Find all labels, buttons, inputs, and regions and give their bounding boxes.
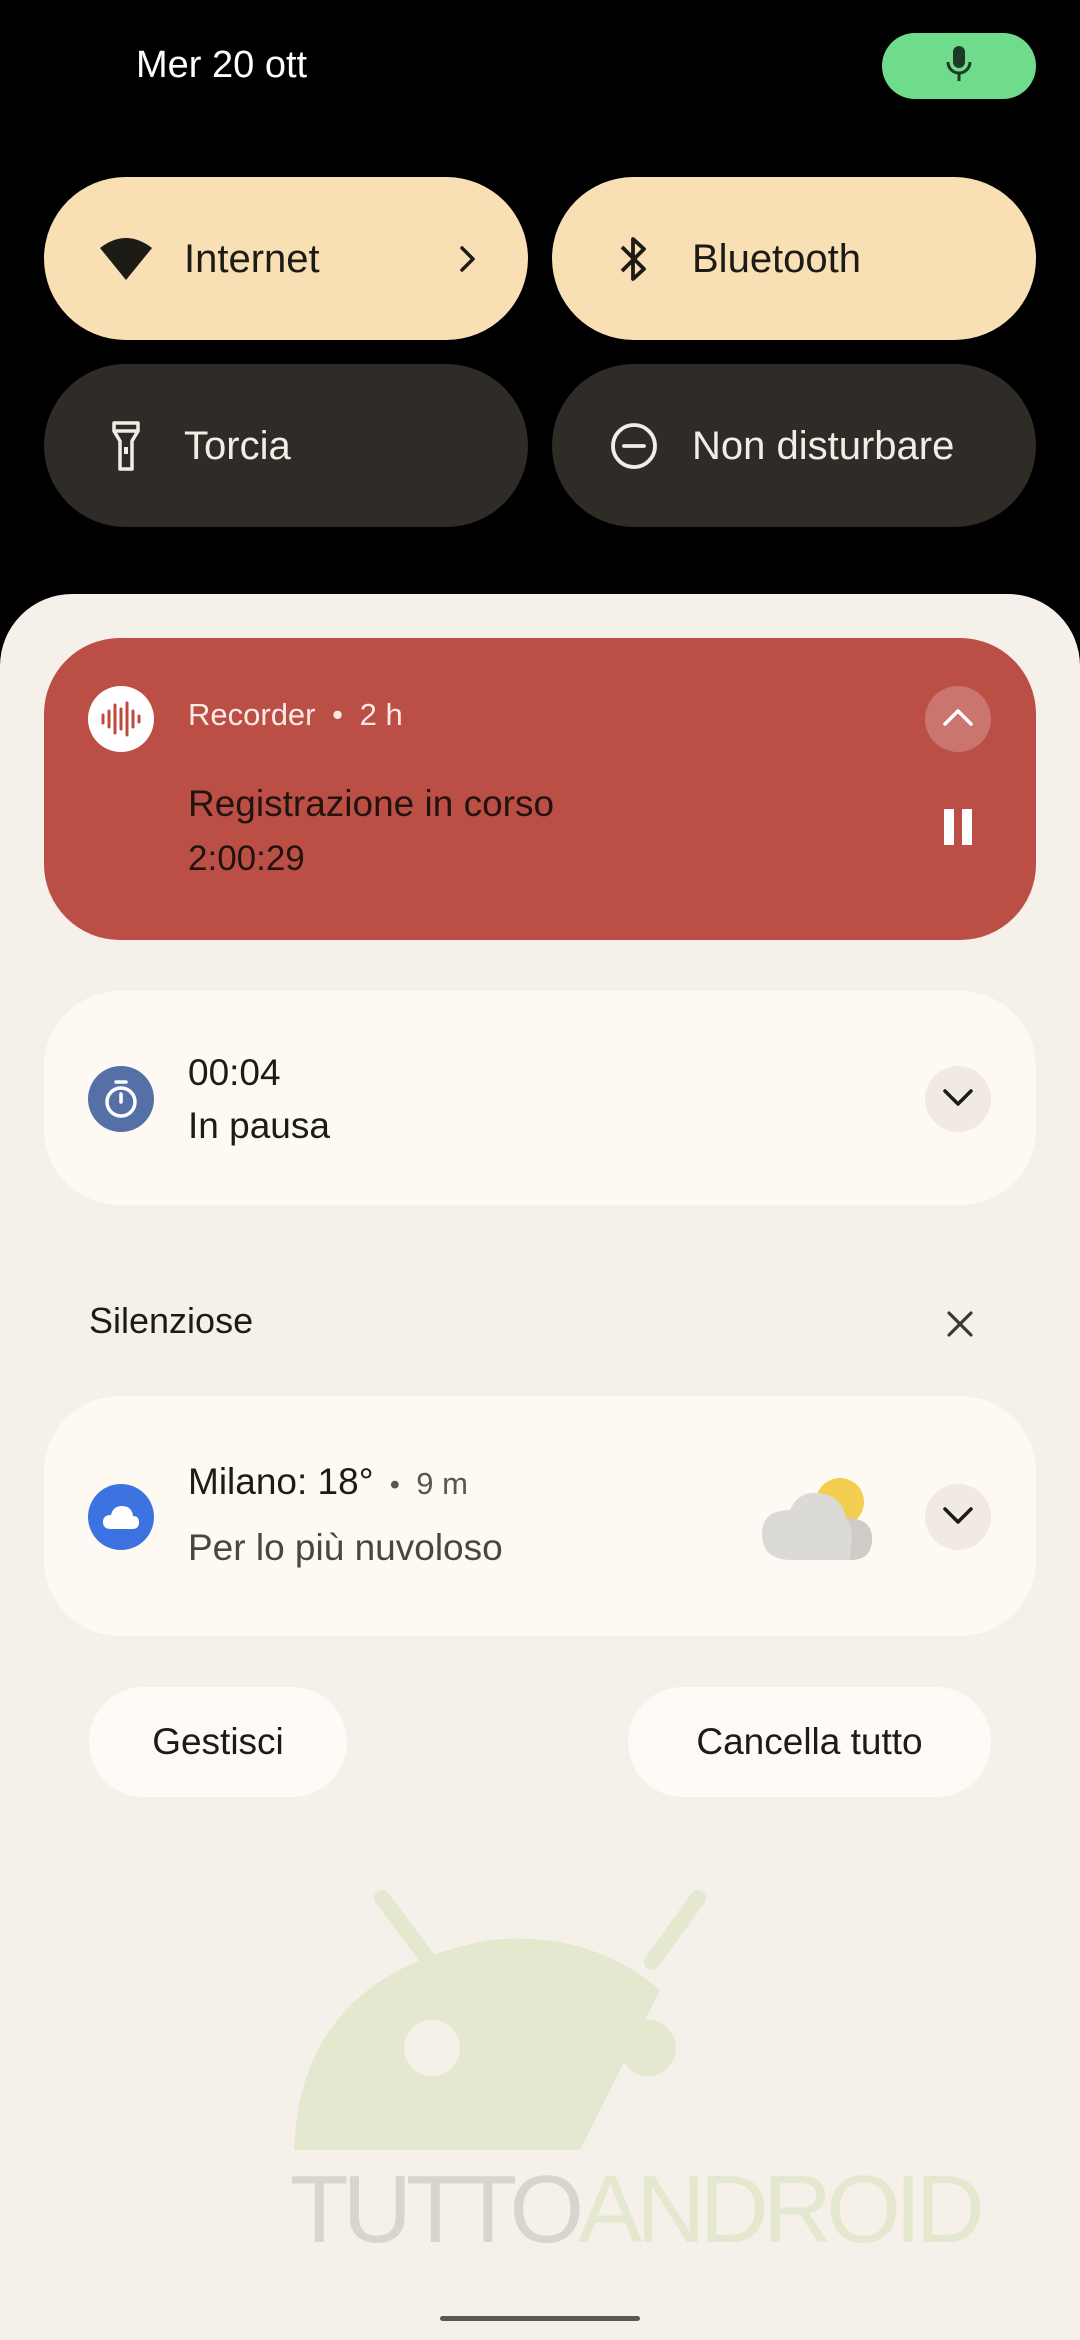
timer-app-icon: [88, 1066, 154, 1132]
chevron-up-icon: [941, 706, 975, 733]
silent-section-title: Silenziose: [89, 1300, 254, 1341]
notification-title: Registrazione in corso: [188, 783, 555, 824]
mic-icon: [944, 44, 974, 89]
notification-time: 9 m: [416, 1466, 468, 1501]
weather-description: Per lo più nuvoloso: [188, 1527, 503, 1568]
chevron-down-icon: [941, 1504, 975, 1531]
tile-label: Internet: [184, 236, 320, 281]
gesture-navigation-bar[interactable]: [440, 2316, 640, 2321]
separator-dot: •: [332, 697, 343, 732]
watermark-text-part2: ANDROID: [578, 2156, 985, 2263]
partly-cloudy-icon: [754, 1468, 884, 1573]
notification-header: Recorder • 2 h: [188, 696, 403, 733]
tile-bluetooth[interactable]: Bluetooth: [552, 177, 1036, 340]
tile-label: Non disturbare: [692, 423, 955, 468]
close-icon: [946, 1310, 974, 1343]
timer-notification[interactable]: 00:04 In pausa: [44, 991, 1036, 1205]
tile-internet[interactable]: Internet: [44, 177, 528, 340]
weather-app-icon: [88, 1484, 154, 1550]
watermark-logo: TUTTOANDROID: [290, 1880, 985, 2265]
expand-button[interactable]: [925, 1484, 991, 1550]
notification-time: 2 h: [359, 697, 403, 732]
clear-all-button[interactable]: Cancella tutto: [628, 1687, 991, 1797]
recorder-app-icon: [88, 686, 154, 752]
weather-header: Milano: 18° • 9 m: [188, 1460, 468, 1504]
chevron-down-icon: [941, 1086, 975, 1113]
app-name: Recorder: [188, 697, 316, 732]
expand-button[interactable]: [925, 1066, 991, 1132]
tile-label: Torcia: [184, 423, 291, 468]
manage-button[interactable]: Gestisci: [89, 1687, 347, 1797]
mic-indicator[interactable]: [882, 33, 1036, 99]
date-label: Mer 20 ott: [136, 44, 308, 86]
tile-label: Bluetooth: [692, 236, 862, 281]
pause-button[interactable]: [925, 796, 991, 862]
bluetooth-icon: [604, 229, 664, 289]
flashlight-icon: [96, 416, 156, 476]
tile-do-not-disturb[interactable]: Non disturbare: [552, 364, 1036, 527]
timer-time: 00:04: [188, 1052, 281, 1093]
recorder-notification[interactable]: Recorder • 2 h Registrazione in corso 2:…: [44, 638, 1036, 940]
chevron-right-icon[interactable]: [448, 239, 488, 279]
recording-elapsed: 2:00:29: [188, 839, 305, 878]
clear-silent-button[interactable]: [940, 1306, 980, 1346]
timer-status: In pausa: [188, 1105, 330, 1146]
weather-title: Milano: 18°: [188, 1461, 374, 1502]
collapse-button[interactable]: [925, 686, 991, 752]
wifi-icon: [96, 229, 156, 289]
tile-flashlight[interactable]: Torcia: [44, 364, 528, 527]
do-not-disturb-icon: [604, 416, 664, 476]
pause-icon: [940, 807, 976, 852]
separator-dot: •: [389, 1469, 400, 1501]
weather-notification[interactable]: Milano: 18° • 9 m Per lo più nuvoloso: [44, 1396, 1036, 1636]
watermark-text-part1: TUTTO: [290, 2156, 584, 2263]
